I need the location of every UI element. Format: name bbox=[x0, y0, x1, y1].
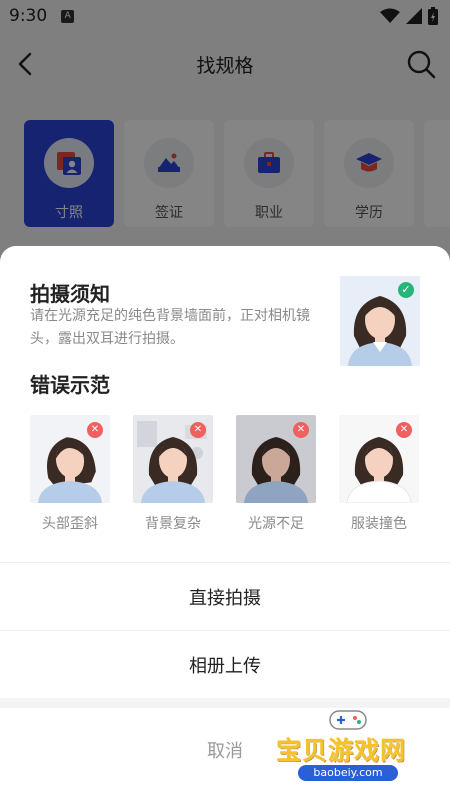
wrong-example-item: ✕ 服装撞色 bbox=[339, 415, 419, 533]
wrong-examples-title: 错误示范 bbox=[30, 373, 110, 397]
wrong-example-label: 服装撞色 bbox=[351, 516, 407, 532]
wrong-example-photo: ✕ bbox=[133, 415, 213, 503]
error-x-icon: ✕ bbox=[190, 422, 206, 438]
watermark-url: baobeiy.com bbox=[298, 765, 398, 781]
correct-example-photo: ✓ bbox=[340, 276, 420, 366]
error-x-icon: ✕ bbox=[87, 422, 103, 438]
wrong-example-photo: ✕ bbox=[236, 415, 316, 503]
watermark-text: 宝贝游戏网 bbox=[276, 736, 407, 765]
wrong-example-item: ✕ 背景复杂 bbox=[133, 415, 213, 533]
wrong-example-photo: ✕ bbox=[339, 415, 419, 503]
gamepad-icon bbox=[329, 710, 367, 730]
wrong-example-label: 背景复杂 bbox=[145, 516, 201, 532]
error-x-icon: ✕ bbox=[396, 422, 412, 438]
guide-text: 请在光源充足的纯色背景墙面前，正对相机镜头，露出双耳进行拍摄。 bbox=[30, 308, 310, 347]
guide-title: 拍摄须知 bbox=[30, 282, 110, 306]
wrong-example-photo: ✕ bbox=[30, 415, 110, 503]
watermark-logo: 宝贝游戏网 baobeiy.com bbox=[270, 705, 430, 795]
error-x-icon: ✕ bbox=[293, 422, 309, 438]
check-icon: ✓ bbox=[398, 282, 414, 298]
wrong-example-item: ✕ 头部歪斜 bbox=[30, 415, 110, 533]
wrong-example-item: ✕ 光源不足 bbox=[236, 415, 316, 533]
wrong-example-label: 头部歪斜 bbox=[42, 516, 98, 532]
shoot-directly-button[interactable]: 直接拍摄 bbox=[0, 562, 450, 630]
wrong-examples-list: ✕ 头部歪斜 ✕ 背景复杂 ✕ 光源不足 ✕ 服装撞色 bbox=[30, 415, 419, 533]
album-upload-button[interactable]: 相册上传 bbox=[0, 630, 450, 698]
wrong-example-label: 光源不足 bbox=[248, 516, 304, 532]
